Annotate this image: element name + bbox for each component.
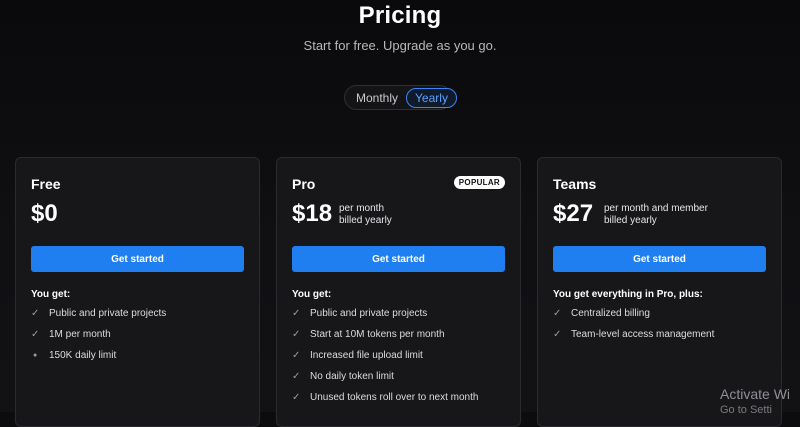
plan-price: $18 [292,200,333,227]
feature-item: ● 150K daily limit [31,345,166,366]
feature-text: Start at 10M tokens per month [310,329,445,340]
feature-text: Increased file upload limit [310,350,423,361]
get-started-button-free[interactable]: Get started [31,246,244,272]
check-icon: ✓ [553,308,562,319]
feature-item: ✓ Unused tokens roll over to next month [292,387,478,408]
plan-card-free: Free $0 Get started You get: ✓ Public and… [15,157,260,427]
feature-text: Public and private projects [310,308,428,319]
page-title: Pricing [358,2,442,29]
page-subtitle: Start for free. Upgrade as you go. [303,38,497,53]
popular-badge: POPULAR [453,176,505,189]
activation-watermark: Activate Wi [720,386,791,402]
feature-item: ✓ Start at 10M tokens per month [292,324,478,345]
feature-text: Team-level access management [571,329,715,340]
get-started-button-teams[interactable]: Get started [553,246,766,272]
check-icon: ✓ [553,329,562,340]
plan-card-pro: Pro POPULAR $18 per month billed yearly … [276,157,521,427]
bullet-icon: ● [33,352,38,359]
feature-item: ✓ Public and private projects [31,303,166,324]
price-note: per month and member billed yearly [604,203,708,227]
billing-toggle: Monthly Yearly [344,85,457,110]
check-icon: ✓ [292,329,301,340]
check-icon: ✓ [292,350,301,361]
feature-item: ✓ 1M per month [31,324,166,345]
price-note-line: billed yearly [339,215,392,226]
feature-item: ✓ Team-level access management [553,324,714,345]
billing-option-monthly[interactable]: Monthly [349,88,405,108]
feature-item: ✓ Increased file upload limit [292,345,478,366]
check-icon: ✓ [31,308,40,319]
feature-list: ✓ Centralized billing ✓ Team-level access … [553,303,714,345]
features-heading: You get everything in Pro, plus: [553,289,703,300]
price-note-line: per month and member [604,203,708,214]
get-started-button-pro[interactable]: Get started [292,246,505,272]
plan-name: Pro [292,176,316,192]
feature-list: ✓ Public and private projects ✓ Start at 1… [292,303,478,408]
price-note: per month billed yearly [339,203,392,227]
check-icon: ✓ [292,371,301,382]
billing-option-yearly[interactable]: Yearly [406,87,457,108]
feature-text: Unused tokens roll over to next month [310,392,479,403]
feature-item: ✓ Public and private projects [292,303,478,324]
price-note-line: billed yearly [604,215,657,226]
check-icon: ✓ [292,392,301,403]
activation-watermark-subtext: Go to Setti [720,404,772,416]
plan-price: $0 [31,200,58,227]
feature-text: No daily token limit [310,371,394,382]
plan-price: $27 [553,200,594,227]
plan-name: Free [31,176,61,192]
feature-item: ✓ No daily token limit [292,366,478,387]
features-heading: You get: [31,289,71,300]
feature-item: ✓ Centralized billing [553,303,714,324]
feature-text: 1M per month [49,329,111,340]
price-note-line: per month [339,203,385,214]
features-heading: You get: [292,289,332,300]
feature-list: ✓ Public and private projects ✓ 1M per mon… [31,303,166,366]
feature-text: Centralized billing [571,308,650,319]
check-icon: ✓ [292,308,301,319]
plan-name: Teams [553,176,597,192]
feature-text: 150K daily limit [49,350,117,361]
check-icon: ✓ [31,329,40,340]
feature-text: Public and private projects [49,308,167,319]
